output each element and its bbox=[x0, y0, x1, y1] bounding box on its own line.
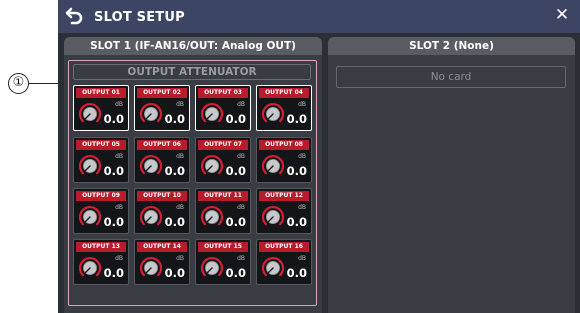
output-label: OUTPUT 04 bbox=[259, 88, 309, 98]
close-button[interactable]: ✕ bbox=[552, 5, 572, 25]
manual-screenshot: ① SLOT SETUP ✕ SLOT 1 (IF-AN16/OUT: Anal… bbox=[0, 0, 580, 313]
db-unit-label: dB bbox=[176, 204, 184, 211]
output-attenuator-13[interactable]: OUTPUT 13 dB 0.0 bbox=[73, 239, 129, 285]
window-content: SLOT 1 (IF-AN16/OUT: Analog OUT) OUTPUT … bbox=[58, 33, 580, 313]
db-unit-label: dB bbox=[237, 153, 245, 160]
close-icon: ✕ bbox=[554, 5, 570, 25]
slot1-panel: SLOT 1 (IF-AN16/OUT: Analog OUT) OUTPUT … bbox=[64, 37, 322, 313]
output-label: OUTPUT 06 bbox=[137, 140, 187, 150]
knob-icon bbox=[139, 205, 163, 226]
db-unit-label: dB bbox=[115, 204, 123, 211]
db-unit-label: dB bbox=[115, 153, 123, 160]
output-attenuator-01[interactable]: OUTPUT 01 dB 0.0 bbox=[73, 85, 129, 131]
attenuation-value: 0.0 bbox=[164, 164, 185, 178]
output-attenuator-07[interactable]: OUTPUT 07 dB 0.0 bbox=[195, 137, 251, 183]
attenuation-value: 0.0 bbox=[225, 266, 246, 280]
db-unit-label: dB bbox=[237, 204, 245, 211]
knob-icon bbox=[200, 256, 224, 277]
output-label: OUTPUT 14 bbox=[137, 242, 187, 252]
knob-icon bbox=[139, 102, 163, 123]
slot2-header: SLOT 2 (None) bbox=[328, 37, 575, 55]
slot-setup-window: SLOT SETUP ✕ SLOT 1 (IF-AN16/OUT: Analog… bbox=[58, 0, 580, 313]
output-label: OUTPUT 03 bbox=[198, 88, 248, 98]
output-attenuator-11[interactable]: OUTPUT 11 dB 0.0 bbox=[195, 188, 251, 234]
output-attenuator-title: OUTPUT ATTENUATOR bbox=[73, 64, 311, 80]
db-unit-label: dB bbox=[176, 101, 184, 108]
back-arrow-icon bbox=[65, 7, 83, 25]
db-unit-label: dB bbox=[298, 204, 306, 211]
output-attenuator-04[interactable]: OUTPUT 04 dB 0.0 bbox=[256, 85, 312, 131]
output-attenuator-10[interactable]: OUTPUT 10 dB 0.0 bbox=[134, 188, 190, 234]
knob-icon bbox=[200, 102, 224, 123]
output-attenuator-06[interactable]: OUTPUT 06 dB 0.0 bbox=[134, 137, 190, 183]
output-label: OUTPUT 10 bbox=[137, 191, 187, 201]
db-unit-label: dB bbox=[298, 153, 306, 160]
knob-icon bbox=[78, 154, 102, 175]
callout-marker: ① bbox=[8, 73, 29, 94]
attenuation-value: 0.0 bbox=[286, 164, 307, 178]
attenuation-value: 0.0 bbox=[103, 112, 124, 126]
knob-icon bbox=[78, 256, 102, 277]
output-label: OUTPUT 16 bbox=[259, 242, 309, 252]
db-unit-label: dB bbox=[115, 101, 123, 108]
knob-icon bbox=[139, 256, 163, 277]
output-label: OUTPUT 07 bbox=[198, 140, 248, 150]
db-unit-label: dB bbox=[298, 101, 306, 108]
title-bar: SLOT SETUP ✕ bbox=[58, 0, 580, 33]
output-attenuator-05[interactable]: OUTPUT 05 dB 0.0 bbox=[73, 137, 129, 183]
knob-icon bbox=[261, 102, 285, 123]
knob-icon bbox=[139, 154, 163, 175]
attenuation-value: 0.0 bbox=[164, 215, 185, 229]
db-unit-label: dB bbox=[237, 255, 245, 262]
output-label: OUTPUT 02 bbox=[137, 88, 187, 98]
output-attenuator-12[interactable]: OUTPUT 12 dB 0.0 bbox=[256, 188, 312, 234]
output-label: OUTPUT 09 bbox=[76, 191, 126, 201]
output-attenuator-08[interactable]: OUTPUT 08 dB 0.0 bbox=[256, 137, 312, 183]
slot1-header: SLOT 1 (IF-AN16/OUT: Analog OUT) bbox=[64, 37, 322, 55]
output-attenuator-02[interactable]: OUTPUT 02 dB 0.0 bbox=[134, 85, 190, 131]
output-attenuator-03[interactable]: OUTPUT 03 dB 0.0 bbox=[195, 85, 251, 131]
attenuation-value: 0.0 bbox=[225, 164, 246, 178]
db-unit-label: dB bbox=[176, 153, 184, 160]
output-label: OUTPUT 12 bbox=[259, 191, 309, 201]
knob-icon bbox=[261, 256, 285, 277]
window-title: SLOT SETUP bbox=[94, 10, 185, 25]
output-attenuator-16[interactable]: OUTPUT 16 dB 0.0 bbox=[256, 239, 312, 285]
attenuation-value: 0.0 bbox=[286, 112, 307, 126]
attenuation-value: 0.0 bbox=[103, 164, 124, 178]
output-attenuator-section: OUTPUT ATTENUATOR OUTPUT 01 dB 0.0 OUTPUT 0… bbox=[68, 60, 317, 306]
db-unit-label: dB bbox=[115, 255, 123, 262]
attenuation-value: 0.0 bbox=[225, 112, 246, 126]
attenuation-value: 0.0 bbox=[164, 112, 185, 126]
attenuation-value: 0.0 bbox=[103, 266, 124, 280]
output-attenuator-14[interactable]: OUTPUT 14 dB 0.0 bbox=[134, 239, 190, 285]
db-unit-label: dB bbox=[237, 101, 245, 108]
attenuation-value: 0.0 bbox=[164, 266, 185, 280]
back-button[interactable] bbox=[64, 5, 86, 27]
no-card-status: No card bbox=[336, 66, 566, 88]
output-label: OUTPUT 01 bbox=[76, 88, 126, 98]
db-unit-label: dB bbox=[176, 255, 184, 262]
knob-icon bbox=[200, 154, 224, 175]
db-unit-label: dB bbox=[298, 255, 306, 262]
output-label: OUTPUT 08 bbox=[259, 140, 309, 150]
attenuation-value: 0.0 bbox=[225, 215, 246, 229]
slot2-panel: SLOT 2 (None) No card bbox=[328, 37, 575, 313]
knob-icon bbox=[200, 205, 224, 226]
knob-icon bbox=[261, 154, 285, 175]
knob-icon bbox=[78, 205, 102, 226]
knob-icon bbox=[78, 102, 102, 123]
attenuation-value: 0.0 bbox=[286, 266, 307, 280]
output-label: OUTPUT 11 bbox=[198, 191, 248, 201]
output-attenuator-15[interactable]: OUTPUT 15 dB 0.0 bbox=[195, 239, 251, 285]
output-label: OUTPUT 15 bbox=[198, 242, 248, 252]
output-label: OUTPUT 13 bbox=[76, 242, 126, 252]
output-label: OUTPUT 05 bbox=[76, 140, 126, 150]
output-attenuator-09[interactable]: OUTPUT 09 dB 0.0 bbox=[73, 188, 129, 234]
knob-icon bbox=[261, 205, 285, 226]
attenuation-value: 0.0 bbox=[286, 215, 307, 229]
attenuation-value: 0.0 bbox=[103, 215, 124, 229]
